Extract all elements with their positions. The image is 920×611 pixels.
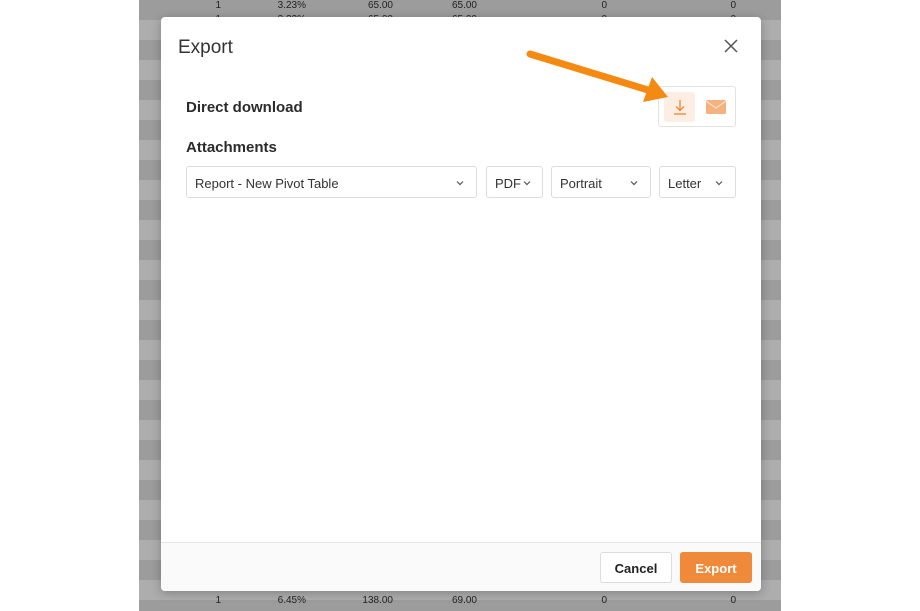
cancel-button[interactable]: Cancel xyxy=(600,552,672,583)
format-select-value: PDF xyxy=(495,176,521,191)
report-select[interactable]: Report - New Pivot Table xyxy=(186,166,477,198)
download-icon xyxy=(673,100,686,115)
attachments-label: Attachments xyxy=(186,139,277,156)
chevron-down-icon xyxy=(715,181,723,186)
table-cell: 69.00 xyxy=(451,595,477,606)
dialog-title: Export xyxy=(178,37,233,58)
close-icon xyxy=(724,39,738,53)
format-select[interactable]: PDF xyxy=(486,166,543,198)
export-dialog: Export Direct download Attachments Repor… xyxy=(161,17,761,591)
paper-size-select[interactable]: Letter xyxy=(659,166,736,198)
dialog-footer: Cancel Export xyxy=(161,542,761,591)
table-cell: 0 xyxy=(601,595,607,606)
report-select-value: Report - New Pivot Table xyxy=(195,176,339,191)
close-button[interactable] xyxy=(722,37,740,55)
table-cell: 138.00 xyxy=(362,595,393,606)
download-button[interactable] xyxy=(664,92,695,122)
paper-size-select-value: Letter xyxy=(668,176,702,191)
chevron-down-icon xyxy=(630,181,638,186)
orientation-select[interactable]: Portrait xyxy=(551,166,651,198)
email-button[interactable] xyxy=(700,92,731,122)
email-icon xyxy=(705,100,726,114)
orientation-select-value: Portrait xyxy=(560,176,602,191)
chevron-down-icon xyxy=(523,181,531,186)
chevron-down-icon xyxy=(456,181,464,186)
table-cell: 6.45% xyxy=(277,595,306,606)
export-button[interactable]: Export xyxy=(680,552,752,583)
table-row: 1 6.45% 138.00 69.00 0 0 xyxy=(139,591,781,611)
table-cell: 1 xyxy=(215,595,221,606)
direct-download-label: Direct download xyxy=(186,99,303,116)
delivery-method-group xyxy=(658,86,736,127)
table-cell: 0 xyxy=(730,595,736,606)
